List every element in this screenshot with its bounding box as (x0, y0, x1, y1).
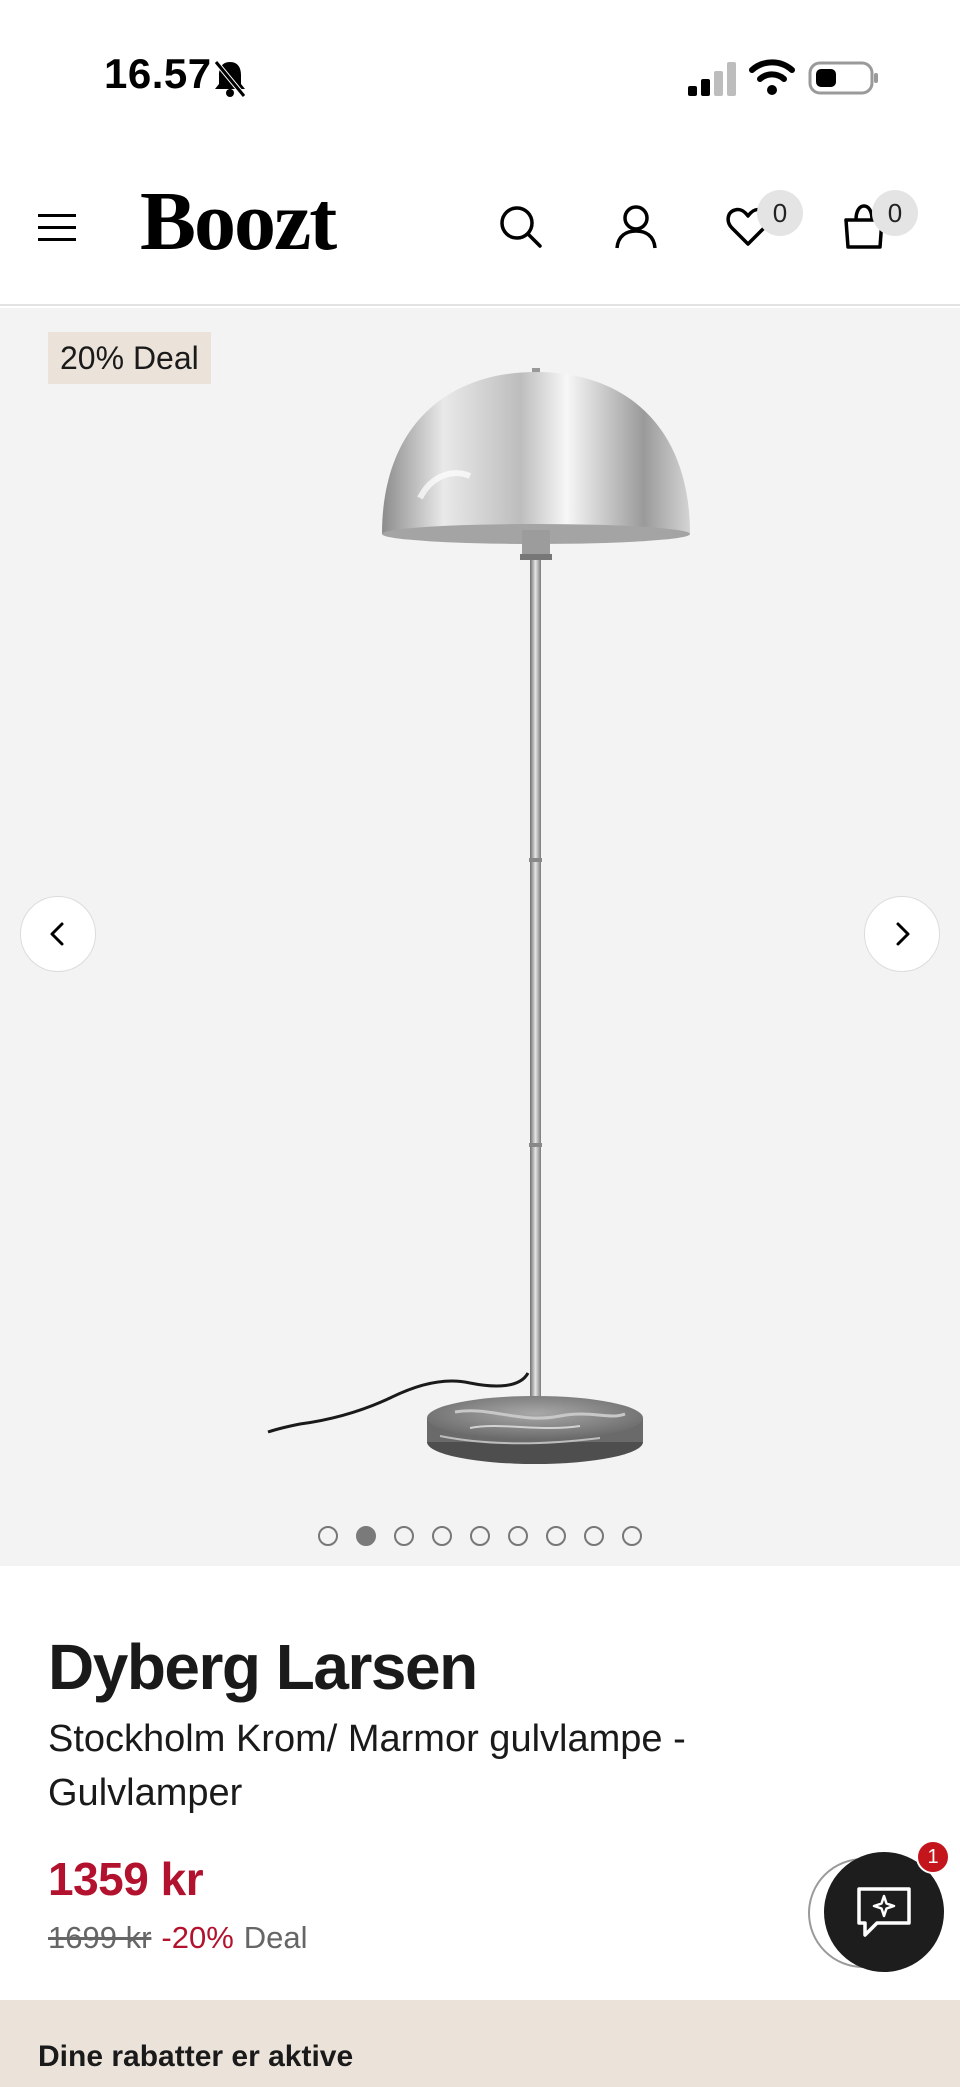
gallery-dot[interactable] (546, 1526, 566, 1546)
wifi-icon (749, 59, 795, 95)
current-price: 1359 kr (48, 1853, 204, 1905)
gallery-dot[interactable] (432, 1526, 452, 1546)
chat-sparkle-icon (857, 1887, 911, 1937)
signal-icon (688, 62, 736, 96)
banner-text: Dine rabatter er aktive (38, 2040, 354, 2073)
chat-notification-badge: 1 (916, 1840, 950, 1874)
deal-label: Deal (243, 1920, 308, 1955)
product-image (267, 368, 690, 1464)
search-icon[interactable] (496, 202, 544, 250)
chevron-right-icon (896, 922, 910, 946)
gallery-dot[interactable] (622, 1526, 642, 1546)
gallery-dot[interactable] (470, 1526, 490, 1546)
user-icon[interactable] (612, 202, 660, 250)
brand-name[interactable]: Dyberg Larsen (48, 1630, 478, 1704)
bell-slash-icon (214, 60, 246, 98)
chevron-left-icon (50, 922, 64, 946)
wishlist-count-badge: 0 (757, 190, 803, 236)
gallery-dot[interactable] (584, 1526, 604, 1546)
gallery-dot[interactable] (356, 1526, 376, 1546)
product-gallery[interactable]: 20% Deal (0, 308, 960, 1566)
previous-image-button[interactable] (20, 896, 96, 972)
site-header: Boozt 0 0 (0, 150, 960, 306)
status-time: 16.57 (104, 50, 212, 97)
gallery-pagination (0, 1526, 960, 1546)
battery-icon (808, 61, 878, 95)
gallery-dot[interactable] (508, 1526, 528, 1546)
logo[interactable]: Boozt (140, 180, 337, 264)
gallery-dot[interactable] (318, 1526, 338, 1546)
bag-count-badge: 0 (872, 190, 918, 236)
gallery-dot[interactable] (394, 1526, 414, 1546)
discount-banner[interactable]: Dine rabatter er aktive (0, 2000, 960, 2087)
status-bar: 16.57 (0, 0, 960, 150)
original-price: 1699 kr (48, 1920, 152, 1955)
price-details: 1699 kr -20% Deal (48, 1920, 308, 1956)
deal-tag: 20% Deal (48, 332, 211, 384)
next-image-button[interactable] (864, 896, 940, 972)
discount-percent: -20% (161, 1920, 234, 1955)
menu-icon[interactable] (38, 212, 78, 244)
product-title: Stockholm Krom/ Marmor gulvlampe - Gulvl… (48, 1718, 686, 1814)
